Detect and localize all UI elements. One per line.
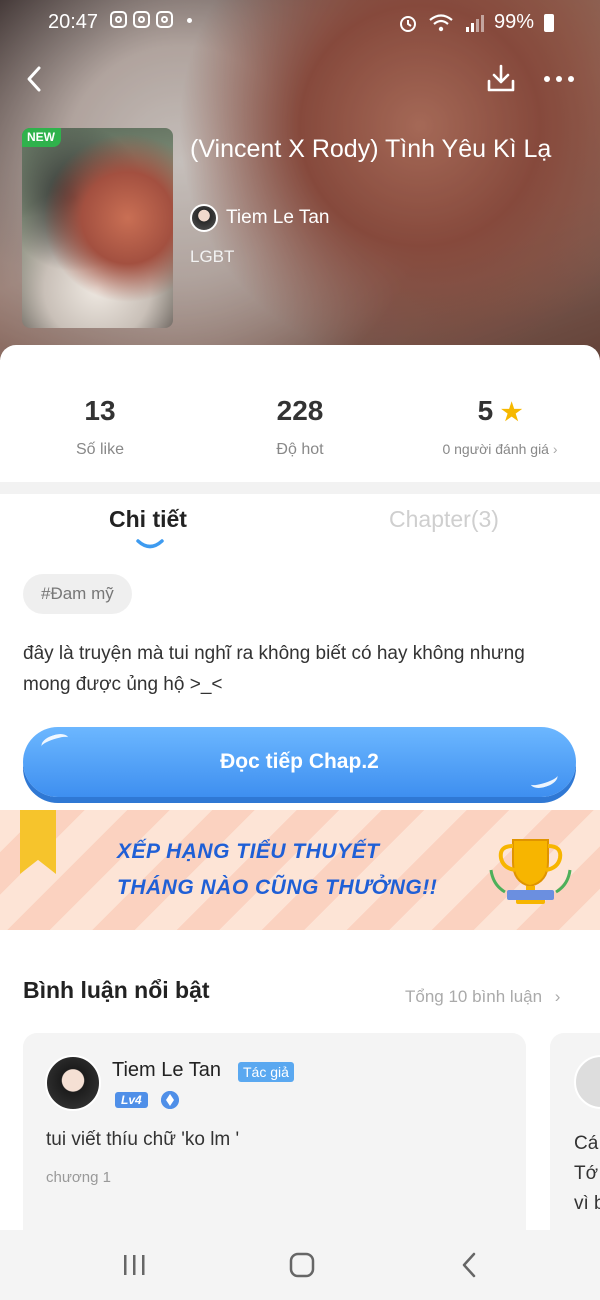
section-divider	[0, 482, 600, 494]
system-status-icons: 99%	[398, 11, 554, 34]
more-options-icon[interactable]	[542, 64, 576, 94]
tab-chapters[interactable]: Chapter(3)	[389, 506, 499, 533]
download-icon[interactable]	[484, 62, 518, 96]
comment-text-line: Tớ	[574, 1163, 599, 1184]
chevron-right-icon: ›	[554, 987, 561, 1006]
back-arrow-icon[interactable]	[20, 64, 50, 94]
likes-label: Số like	[75, 441, 125, 458]
detail-panel: 13 Số like 228 Độ hot 5 ★ 0 người đánh g…	[0, 345, 600, 1300]
system-navigation-bar	[0, 1230, 600, 1300]
comment-text-line: Cá	[574, 1133, 599, 1154]
commenter-avatar[interactable]	[45, 1055, 101, 1111]
wifi-icon	[429, 13, 453, 31]
home-icon[interactable]	[282, 1250, 322, 1280]
stats-row: 13 Số like 228 Độ hot 5 ★ 0 người đánh g…	[0, 345, 600, 482]
top-action-bar	[0, 58, 600, 102]
new-badge: NEW	[22, 128, 61, 147]
comment-text: Cá Tớ vì b	[574, 1129, 600, 1219]
back-icon[interactable]	[450, 1250, 490, 1280]
genre-tag[interactable]: #Đam mỹ	[23, 574, 132, 614]
book-cover-image[interactable]: NEW	[22, 128, 173, 328]
comment-chapter: chương 1	[46, 1169, 111, 1186]
instagram-icon	[110, 11, 127, 28]
rating-count-row: 0 người đánh giá ›	[400, 441, 600, 457]
signal-icon	[465, 14, 484, 32]
trophy-icon	[489, 839, 572, 904]
continue-reading-button[interactable]: Đọc tiếp Chap.2	[23, 727, 576, 797]
banner-line-1: XẾP HẠNG TIỂU THUYẾT	[117, 840, 380, 863]
author-link[interactable]: Tiem Le Tan	[190, 202, 330, 234]
instagram-icon	[133, 11, 150, 28]
comment-card[interactable]: Tiem Le Tan Tác giả Lv4 tui viết thíu ch…	[23, 1033, 526, 1243]
author-avatar	[190, 204, 218, 232]
diamond-icon	[161, 1091, 179, 1109]
status-time: 20:47	[48, 11, 99, 33]
comments-total-link[interactable]: Tổng 10 bình luận ›	[405, 987, 560, 1007]
hot-label: Độ hot	[276, 441, 324, 458]
instagram-icon	[156, 11, 173, 28]
comment-text-line: vì b	[574, 1193, 600, 1214]
author-badge: Tác giả	[238, 1062, 294, 1082]
active-tab-indicator	[136, 539, 164, 549]
genre-label: LGBT	[190, 247, 235, 266]
rating-value: 5	[477, 395, 494, 426]
stat-rating[interactable]: 5 ★ 0 người đánh giá ›	[400, 395, 600, 457]
chevron-right-icon: ›	[552, 441, 558, 457]
comments-heading: Bình luận nổi bật	[23, 977, 210, 1003]
book-description: đây là truyện mà tui nghĩ ra không biết …	[23, 643, 525, 695]
comment-text: tui viết thíu chữ 'ko lm '	[46, 1129, 240, 1150]
likes-count: 13	[84, 395, 116, 426]
commenter-avatar[interactable]	[574, 1055, 600, 1109]
more-notifications-dot-icon	[187, 18, 192, 23]
commenter-name[interactable]: Tiem Le Tan	[112, 1059, 221, 1082]
battery-percent: 99%	[493, 11, 534, 33]
status-bar: 20:47 99%	[0, 0, 600, 44]
alarm-icon	[399, 15, 416, 32]
level-badge: Lv4	[115, 1092, 148, 1108]
hot-count: 228	[276, 395, 324, 426]
stat-likes: 13 Số like	[0, 395, 200, 459]
rating-count-label: 0 người đánh giá	[442, 441, 549, 457]
recent-apps-icon[interactable]	[114, 1250, 154, 1280]
banner-line-2: THÁNG NÀO CŨNG THƯỞNG!!	[117, 876, 438, 899]
star-icon: ★	[500, 399, 523, 426]
ribbon-icon	[20, 810, 56, 874]
battery-icon	[544, 13, 554, 32]
notification-icons	[110, 11, 192, 28]
rating-value-row: 5 ★	[400, 395, 600, 427]
book-title: (Vincent X Rody) Tình Yêu Kì Lạ	[190, 135, 552, 163]
comment-card[interactable]: Cá Tớ vì b	[550, 1033, 600, 1243]
author-name: Tiem Le Tan	[226, 207, 330, 228]
tab-details[interactable]: Chi tiết	[109, 506, 187, 533]
comments-total-label: Tổng 10 bình luận	[405, 987, 543, 1006]
ranking-banner[interactable]: XẾP HẠNG TIỂU THUYẾT THÁNG NÀO CŨNG THƯỞ…	[0, 810, 600, 930]
tab-bar: Chi tiết Chapter(3)	[0, 494, 600, 554]
stat-hot: 228 Độ hot	[200, 395, 400, 459]
